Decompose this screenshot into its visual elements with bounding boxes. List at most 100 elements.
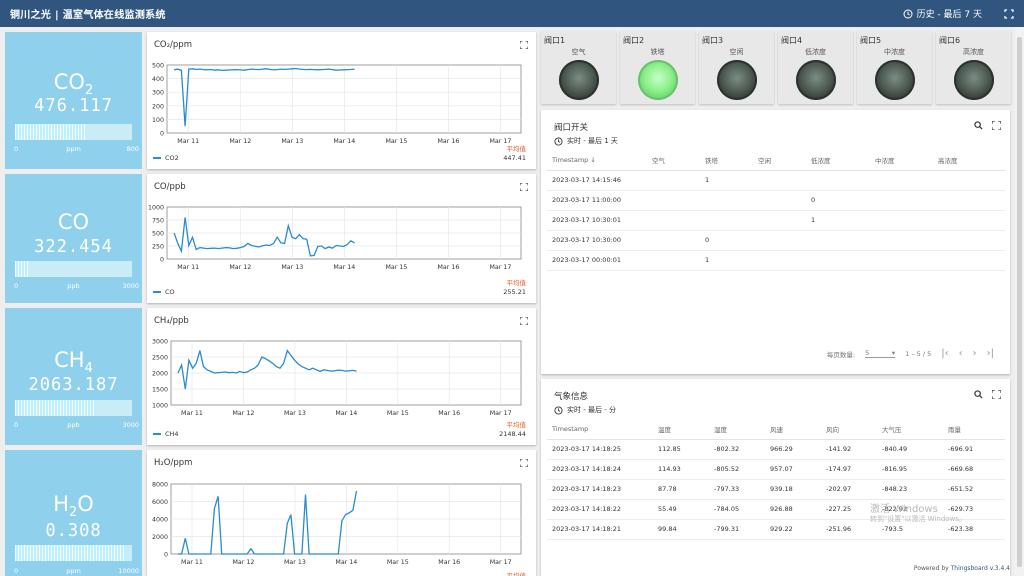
history-timewindow-button[interactable]: 历史 - 最后 7 天 bbox=[903, 7, 982, 20]
gauge-bar bbox=[15, 400, 132, 416]
gauge-unit: ppm bbox=[66, 145, 81, 153]
gauge-unit: ppb bbox=[67, 282, 80, 290]
y-tick-label: 100 bbox=[152, 117, 164, 124]
y-tick-label: 200 bbox=[152, 103, 164, 110]
series-line bbox=[177, 349, 357, 390]
gauge-value: 476.117 bbox=[34, 95, 113, 116]
table-row[interactable]: 2023-03-17 14:18:23 87.78 -797.33 939.18 -20… bbox=[547, 479, 1005, 500]
x-tick-label: Mar 14 bbox=[335, 559, 357, 566]
valve-subtitle: 低浓度 bbox=[805, 48, 826, 56]
paginator: 每页数量: 5 ▾ 1 – 5 / 5 |‹ ‹ › ›| bbox=[827, 348, 994, 359]
column-header[interactable]: 风速 bbox=[765, 419, 821, 440]
gauge-fill bbox=[15, 400, 96, 416]
expand-icon[interactable] bbox=[992, 390, 1001, 399]
valve-subtitle: 高浓度 bbox=[963, 48, 984, 56]
column-header[interactable]: 低浓度 bbox=[806, 150, 870, 171]
column-header[interactable]: 温度 bbox=[653, 419, 709, 440]
table-row[interactable]: 2023-03-17 10:30:01 1 bbox=[547, 210, 1005, 231]
table-row[interactable]: 2023-03-17 14:18:24 114.93 -805.52 957.07 -1… bbox=[547, 459, 1005, 480]
valve-subtitle: 空闲 bbox=[729, 48, 744, 56]
clock-icon bbox=[554, 405, 563, 415]
timewindow-label: 实时 - 最后 - 分 bbox=[567, 406, 616, 414]
x-tick-label: Mar 17 bbox=[490, 410, 512, 417]
x-tick-label: Mar 12 bbox=[229, 264, 251, 271]
gauge-co: CO 322.454 0 ppb 3000 bbox=[5, 174, 142, 303]
x-tick-label: Mar 12 bbox=[232, 410, 254, 417]
chart-card-co2: CO₂/ppm 500 400 300 200 100 0 Mar 11 Mar 12 Mar … bbox=[147, 32, 536, 169]
expand-icon[interactable] bbox=[992, 121, 1001, 130]
y-tick-label: 1500 bbox=[152, 387, 168, 394]
first-page-icon[interactable]: |‹ bbox=[941, 348, 948, 359]
gauge-fill bbox=[15, 124, 85, 140]
fullscreen-icon[interactable] bbox=[1004, 8, 1014, 19]
search-icon[interactable] bbox=[974, 390, 983, 399]
valve-subtitle: 中浓度 bbox=[884, 48, 905, 56]
valve-3: 阀口3 空闲 bbox=[699, 31, 774, 104]
next-page-icon[interactable]: › bbox=[973, 348, 977, 359]
valve-lamp bbox=[875, 60, 915, 100]
valve-4: 阀口4 低浓度 bbox=[778, 31, 853, 104]
page-scrollbar[interactable] bbox=[1015, 27, 1024, 576]
clock-icon bbox=[554, 136, 563, 146]
table-row[interactable]: 2023-03-17 14:18:25 112.85 -802.32 966.29 -1… bbox=[547, 439, 1005, 460]
gauge-bar bbox=[15, 545, 132, 561]
gauge-unit: ppb bbox=[67, 421, 80, 429]
clock-icon bbox=[903, 9, 913, 18]
x-tick-label: Mar 14 bbox=[333, 264, 355, 271]
gauge-value: 0.308 bbox=[45, 520, 102, 541]
table-row[interactable]: 2023-03-17 14:15:46 1 bbox=[547, 170, 1005, 191]
footer-brand-link[interactable]: Thingsboard v.3.4.4 bbox=[951, 565, 1010, 572]
column-header[interactable]: 雨量 bbox=[943, 419, 1005, 440]
plot-frame bbox=[166, 64, 522, 134]
gauge-name: CO bbox=[57, 210, 90, 234]
gauge-h2o: H2O 0.308 0 ppm 10000 bbox=[5, 450, 142, 576]
column-header[interactable]: 湿度 bbox=[709, 419, 765, 440]
last-page-icon[interactable]: ›| bbox=[987, 348, 994, 359]
dropdown-arrow-icon: ▾ bbox=[891, 349, 896, 357]
page-range: 1 – 5 / 5 bbox=[905, 349, 932, 358]
x-tick-label: Mar 13 bbox=[284, 559, 306, 566]
avg-label: 平均值 bbox=[506, 279, 527, 287]
column-header[interactable]: Timestamp ↓ bbox=[547, 150, 647, 171]
gauge-value: 2063.187 bbox=[28, 374, 119, 395]
scrollbar-thumb[interactable] bbox=[1017, 37, 1022, 567]
valve-2: 阀口2 铁塔 bbox=[620, 31, 695, 104]
gauge-name: CH4 bbox=[54, 348, 93, 377]
column-header[interactable]: Timestamp bbox=[547, 419, 653, 440]
table-timewindow[interactable]: 实时 - 最后 1 天 bbox=[554, 136, 618, 146]
prev-page-icon[interactable]: ‹ bbox=[959, 348, 963, 359]
gauge-max: 3000 bbox=[122, 282, 139, 290]
y-tick-label: 400 bbox=[152, 76, 164, 83]
x-tick-label: Mar 15 bbox=[387, 410, 409, 417]
table-row[interactable]: 2023-03-17 10:30:00 0 bbox=[547, 230, 1005, 251]
column-header[interactable]: 空气 bbox=[647, 150, 700, 171]
x-tick-label: Mar 11 bbox=[181, 410, 203, 417]
column-header[interactable]: 高浓度 bbox=[933, 150, 1005, 171]
series-line bbox=[173, 67, 355, 127]
x-tick-label: Mar 13 bbox=[284, 410, 306, 417]
chart-plot: 1000 750 500 250 0 Mar 11 Mar 12 Mar 13 Mar 14 Ma… bbox=[148, 205, 522, 271]
chart-plot: 8000 6000 4000 2000 0 Mar 11 Mar 12 Mar 13 Mar 1… bbox=[152, 482, 522, 566]
avg-label: 平均值 bbox=[506, 145, 527, 153]
column-header[interactable]: 风向 bbox=[821, 419, 877, 440]
x-tick-label: Mar 17 bbox=[490, 264, 512, 271]
page-size-select[interactable]: 5 ▾ bbox=[865, 349, 896, 358]
table-title: 阀口开关 bbox=[554, 123, 589, 133]
column-header[interactable]: 中浓度 bbox=[870, 150, 933, 171]
column-header[interactable]: 铁塔 bbox=[700, 150, 753, 171]
search-icon[interactable] bbox=[974, 121, 983, 130]
x-tick-label: Mar 12 bbox=[232, 559, 254, 566]
table-row[interactable]: 2023-03-17 11:00:00 0 bbox=[547, 190, 1005, 211]
column-header[interactable]: 空闲 bbox=[753, 150, 806, 171]
column-header[interactable]: 大气压 bbox=[877, 419, 943, 440]
history-label: 历史 - 最后 7 天 bbox=[916, 10, 982, 20]
page-size-label: 每页数量: bbox=[826, 350, 856, 359]
chart-plot: 500 400 300 200 100 0 Mar 11 Mar 12 Mar 13 Mar 14… bbox=[152, 63, 522, 145]
table-row[interactable]: 2023-03-17 00:00:01 1 bbox=[547, 250, 1005, 271]
y-tick-label: 3000 bbox=[152, 339, 168, 346]
x-tick-label: Mar 16 bbox=[437, 264, 459, 271]
table-timewindow[interactable]: 实时 - 最后 - 分 bbox=[554, 405, 616, 415]
legend-label: CH4 bbox=[165, 430, 179, 438]
y-tick-label: 1000 bbox=[152, 403, 168, 410]
table-header-row: Timestamp ↓ 空气 铁塔 空闲 低浓度 中浓度 高浓度 bbox=[547, 150, 1005, 171]
